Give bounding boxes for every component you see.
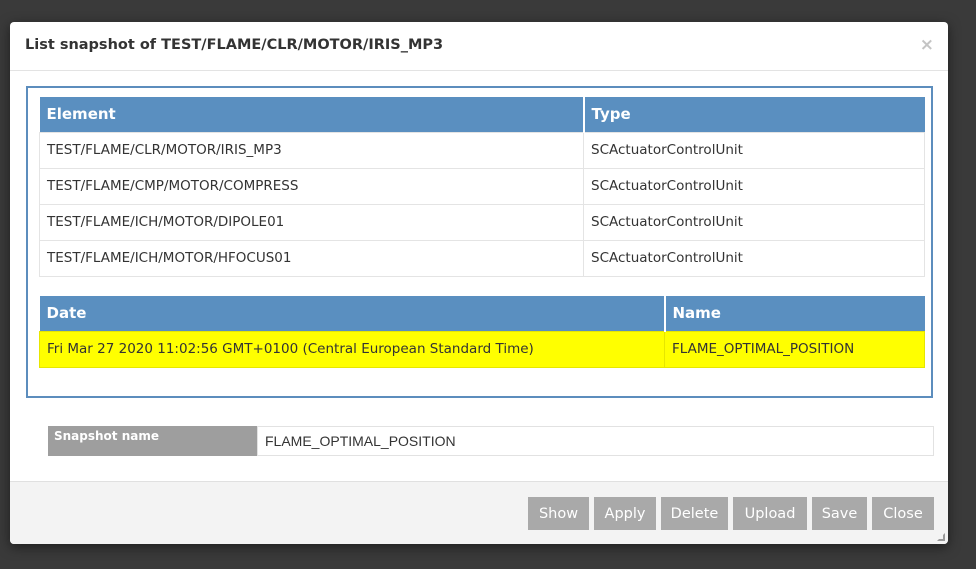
close-button[interactable]: Close — [872, 497, 934, 530]
close-icon[interactable]: × — [920, 35, 934, 55]
name-cell: FLAME_OPTIMAL_POSITION — [664, 330, 925, 368]
column-header-name[interactable]: Name — [664, 296, 925, 331]
snapshot-name-label: Snapshot name — [48, 426, 257, 456]
selected-snapshot-row[interactable]: Fri Mar 27 2020 11:02:56 GMT+0100 (Centr… — [39, 330, 925, 368]
save-button[interactable]: Save — [812, 497, 867, 530]
table-row[interactable]: TEST/FLAME/CMP/MOTOR/COMPRESS SCActuator… — [39, 167, 925, 205]
snapshot-name-input[interactable] — [257, 426, 934, 456]
column-header-date[interactable]: Date — [39, 296, 666, 331]
elements-table-header: Element Type — [39, 97, 925, 132]
delete-button[interactable]: Delete — [661, 497, 728, 530]
element-cell: TEST/FLAME/ICH/MOTOR/DIPOLE01 — [39, 203, 584, 241]
type-cell: SCActuatorControlUnit — [583, 239, 925, 277]
element-cell: TEST/FLAME/CMP/MOTOR/COMPRESS — [39, 167, 584, 205]
type-cell: SCActuatorControlUnit — [583, 167, 925, 205]
show-button[interactable]: Show — [528, 497, 589, 530]
type-cell: SCActuatorControlUnit — [583, 131, 925, 169]
snapshots-table: Date Name Fri Mar 27 2020 11:02:56 GMT+0… — [39, 296, 925, 368]
table-row[interactable]: TEST/FLAME/CLR/MOTOR/IRIS_MP3 SCActuator… — [39, 131, 925, 169]
elements-table: Element Type TEST/FLAME/CLR/MOTOR/IRIS_M… — [39, 97, 925, 277]
date-cell: Fri Mar 27 2020 11:02:56 GMT+0100 (Centr… — [39, 330, 665, 368]
apply-button[interactable]: Apply — [594, 497, 656, 530]
dialog-title: List snapshot of TEST/FLAME/CLR/MOTOR/IR… — [25, 37, 444, 53]
snapshot-name-row: Snapshot name — [48, 426, 934, 456]
column-header-type[interactable]: Type — [583, 97, 925, 132]
element-cell: TEST/FLAME/ICH/MOTOR/HFOCUS01 — [39, 239, 584, 277]
element-cell: TEST/FLAME/CLR/MOTOR/IRIS_MP3 — [39, 131, 584, 169]
type-cell: SCActuatorControlUnit — [583, 203, 925, 241]
dialog-header: List snapshot of TEST/FLAME/CLR/MOTOR/IR… — [10, 22, 948, 71]
snapshot-panel: Element Type TEST/FLAME/CLR/MOTOR/IRIS_M… — [26, 86, 933, 398]
column-header-element[interactable]: Element — [39, 97, 585, 132]
resize-handle-icon[interactable] — [937, 533, 945, 541]
dialog-footer: Show Apply Delete Upload Save Close — [10, 481, 948, 544]
table-row[interactable]: TEST/FLAME/ICH/MOTOR/DIPOLE01 SCActuator… — [39, 203, 925, 241]
upload-button[interactable]: Upload — [733, 497, 807, 530]
table-row[interactable]: TEST/FLAME/ICH/MOTOR/HFOCUS01 SCActuator… — [39, 239, 925, 277]
list-snapshot-dialog: List snapshot of TEST/FLAME/CLR/MOTOR/IR… — [10, 22, 948, 544]
snapshots-table-header: Date Name — [39, 296, 925, 331]
